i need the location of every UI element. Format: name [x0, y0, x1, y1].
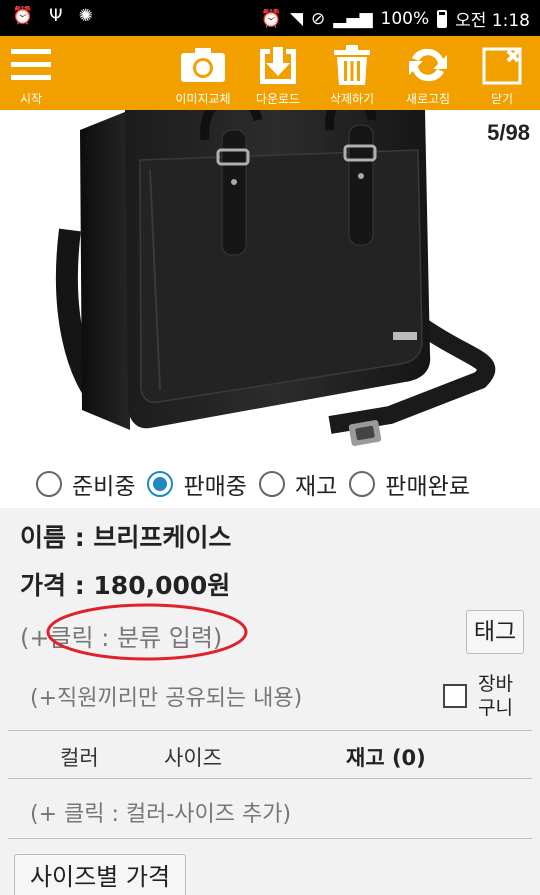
download-icon	[248, 42, 308, 88]
column-stock: 재고 (0)	[346, 746, 426, 770]
radio-icon	[349, 471, 376, 497]
toolbar: 시작 이미지교체 다운로드 삭제하기 새로고침 닫기	[0, 36, 540, 110]
download-button[interactable]: 다운로드	[248, 42, 308, 107]
red-circle-annotation	[46, 603, 248, 661]
add-color-size-row[interactable]: (+ 클릭 : 컬러-사이즈 추가)	[30, 796, 291, 828]
divider	[8, 778, 532, 779]
product-price[interactable]: 가격 : 180,000원	[20, 566, 230, 602]
change-image-label: 이미지교체	[175, 92, 231, 106]
alarm-icon: ⏰	[12, 6, 34, 26]
status-option-on-sale[interactable]: 판매중	[147, 467, 247, 501]
cart-checkbox[interactable]	[443, 684, 467, 708]
trash-icon	[320, 42, 384, 88]
briefcase-image	[55, 110, 496, 446]
radio-icon	[36, 471, 62, 497]
close-button[interactable]: 닫기	[480, 42, 524, 107]
close-label: 닫기	[490, 92, 514, 106]
cart-label: 장바 구니	[478, 673, 513, 719]
product-name[interactable]: 이름 : 브리프케이스	[20, 518, 231, 554]
radio-checked-icon	[147, 471, 174, 497]
wifi-icon: ◥	[289, 8, 304, 29]
camera-icon	[168, 42, 238, 88]
menu-label: 시작	[19, 92, 43, 106]
status-option-label: 준비중	[72, 474, 136, 500]
refresh-icon	[396, 42, 460, 88]
status-option-label: 판매완료	[385, 474, 470, 500]
refresh-button[interactable]: 새로고침	[396, 42, 460, 107]
product-image[interactable]: 5/98	[0, 110, 540, 460]
image-counter: 5/98	[487, 120, 530, 145]
status-option-preparing[interactable]: 준비중	[36, 467, 135, 501]
mute-icon: ⊘	[311, 8, 326, 29]
usb-icon: Ψ	[49, 6, 63, 26]
alarm-status-icon: ⏰	[260, 8, 282, 29]
battery-percent: 100%	[380, 8, 430, 29]
status-option-label: 재고	[294, 474, 338, 500]
signal-icon: ▂▄▆	[333, 8, 373, 29]
status-option-label: 판매중	[183, 474, 247, 500]
status-bar: ⏰ Ψ ✺ ⏰ ◥ ⊘ ▂▄▆ 100% 오전 1:18	[0, 0, 540, 36]
delete-label: 삭제하기	[329, 92, 375, 106]
size-price-button[interactable]: 사이즈별 가격	[14, 854, 186, 895]
status-option-stock[interactable]: 재고	[258, 467, 338, 501]
download-label: 다운로드	[255, 92, 301, 106]
radio-icon	[258, 471, 285, 497]
refresh-label: 새로고침	[405, 92, 451, 106]
battery-icon	[437, 9, 448, 28]
divider	[8, 730, 532, 731]
clock: 오전 1:18	[455, 11, 530, 31]
staff-note-input[interactable]: (+직원끼리만 공유되는 내용)	[30, 680, 302, 712]
android-debug-icon: ✺	[78, 6, 93, 26]
divider	[8, 838, 532, 839]
close-window-icon	[480, 42, 524, 88]
column-color: 컬러	[60, 746, 99, 770]
sale-status-group: 준비중 판매중 재고 판매완료	[0, 460, 540, 508]
tag-button[interactable]: 태그	[466, 610, 524, 654]
change-image-button[interactable]: 이미지교체	[168, 42, 238, 107]
delete-button[interactable]: 삭제하기	[320, 42, 384, 107]
column-size: 사이즈	[164, 746, 222, 770]
menu-button[interactable]: 시작	[8, 42, 54, 107]
hamburger-icon	[8, 42, 54, 88]
status-option-sold-out[interactable]: 판매완료	[349, 467, 470, 501]
product-info: 이름 : 브리프케이스 가격 : 180,000원 (+클릭 : 분류 입력) …	[0, 508, 540, 895]
